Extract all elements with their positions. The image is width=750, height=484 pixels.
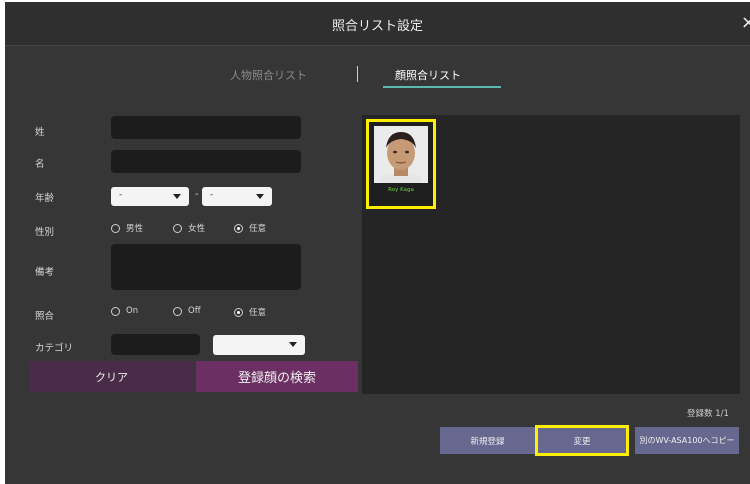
radio-icon <box>111 306 120 316</box>
radio-icon <box>173 223 182 233</box>
match-label: 照合 <box>35 311 55 322</box>
gender-option-label: 任意 <box>249 224 267 234</box>
radio-icon <box>111 223 120 233</box>
chevron-down-icon <box>289 342 297 347</box>
active-tab-indicator <box>383 86 501 88</box>
match-list-settings-dialog: 照合リスト設定 × 人物照合リスト 顔照合リスト 姓 名 年齢 - - - 性別… <box>5 2 750 484</box>
radio-selected-icon <box>234 307 243 317</box>
age-from-select[interactable]: - <box>111 187 189 206</box>
copy-to-other-device-button[interactable]: 別のWV-ASA100へコピー <box>635 427 739 454</box>
category-label: カテゴリ <box>35 343 74 354</box>
note-textarea[interactable] <box>111 244 301 290</box>
person-photo-icon <box>374 126 428 183</box>
match-option-label: On <box>126 306 139 316</box>
face-card[interactable]: Roy Kaga <box>366 119 436 209</box>
last-name-input[interactable] <box>111 116 301 139</box>
match-radio-off[interactable]: Off <box>173 306 201 316</box>
match-option-label: Off <box>188 306 201 316</box>
gender-option-label: 男性 <box>126 224 144 234</box>
age-to-select[interactable]: - <box>202 187 272 206</box>
tab-person-match-list[interactable]: 人物照合リスト <box>230 67 307 83</box>
chevron-down-icon <box>173 194 181 199</box>
face-name: Roy Kaga <box>388 187 414 193</box>
new-register-button[interactable]: 新規登録 <box>440 427 535 454</box>
age-to-value: - <box>210 190 214 200</box>
search-registered-faces-button[interactable]: 登録顔の検索 <box>196 361 358 392</box>
age-range-separator: - <box>195 189 199 200</box>
registered-count: 登録数 1/1 <box>687 409 729 419</box>
title-bar: 照合リスト設定 × <box>5 2 750 46</box>
match-radio-on[interactable]: On <box>111 306 138 316</box>
face-thumbnail <box>374 126 428 183</box>
age-from-value: - <box>119 190 123 200</box>
change-button[interactable]: 変更 <box>535 425 629 456</box>
match-option-label: 任意 <box>249 308 267 318</box>
last-name-label: 姓 <box>35 127 45 138</box>
chevron-down-icon <box>256 194 264 199</box>
close-icon[interactable]: × <box>741 12 750 33</box>
category-input[interactable] <box>111 334 200 355</box>
radio-selected-icon <box>234 223 243 233</box>
category-select[interactable] <box>213 335 305 355</box>
dialog-title: 照合リスト設定 <box>331 19 423 34</box>
gender-label: 性別 <box>35 227 55 238</box>
note-label: 備考 <box>35 267 55 278</box>
face-list-panel: Roy Kaga <box>362 115 740 394</box>
gender-radio-female[interactable]: 女性 <box>173 222 205 234</box>
first-name-input[interactable] <box>111 150 301 173</box>
tab-divider <box>357 66 358 82</box>
tab-face-match-list[interactable]: 顔照合リスト <box>395 67 461 83</box>
clear-button[interactable]: クリア <box>30 361 193 392</box>
gender-radio-male[interactable]: 男性 <box>111 222 143 234</box>
age-label: 年齢 <box>35 193 55 204</box>
radio-icon <box>173 306 182 316</box>
match-radio-any[interactable]: 任意 <box>234 306 266 318</box>
first-name-label: 名 <box>35 159 45 170</box>
gender-option-label: 女性 <box>188 224 206 234</box>
gender-radio-any[interactable]: 任意 <box>234 222 266 234</box>
